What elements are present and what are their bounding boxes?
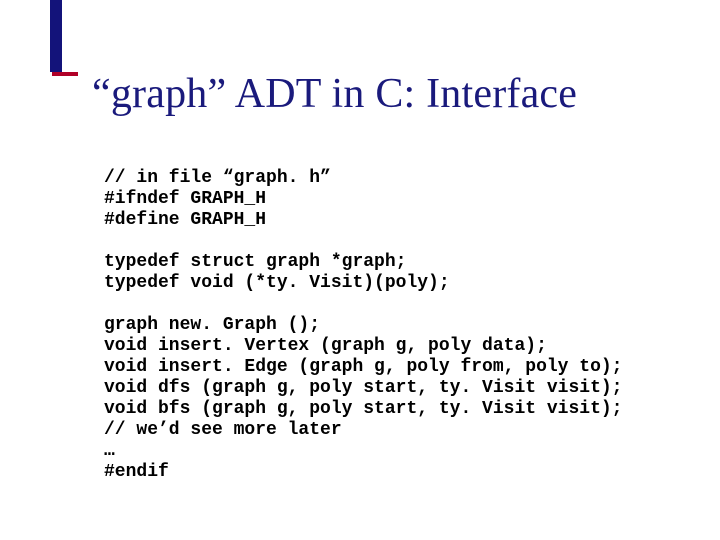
code-line: // in file “graph. h” [104, 168, 331, 188]
code-block: // in file “graph. h” #ifndef GRAPH_H #d… [104, 168, 622, 483]
code-line: void bfs (graph g, poly start, ty. Visit… [104, 399, 622, 419]
code-line: #define GRAPH_H [104, 210, 266, 230]
code-line: #ifndef GRAPH_H [104, 189, 266, 209]
slide: “graph” ADT in C: Interface // in file “… [0, 0, 720, 540]
code-line: void insert. Edge (graph g, poly from, p… [104, 357, 622, 377]
code-line: void insert. Vertex (graph g, poly data)… [104, 336, 547, 356]
code-line: // we’d see more later [104, 420, 342, 440]
code-line: typedef void (*ty. Visit)(poly); [104, 273, 450, 293]
code-line: typedef struct graph *graph; [104, 252, 406, 272]
code-line: graph new. Graph (); [104, 315, 320, 335]
code-line: void dfs (graph g, poly start, ty. Visit… [104, 378, 622, 398]
slide-title: “graph” ADT in C: Interface [92, 70, 577, 118]
code-line: … [104, 441, 115, 461]
accent-dash [52, 72, 78, 76]
accent-bar [50, 0, 62, 72]
code-line: #endif [104, 462, 169, 482]
